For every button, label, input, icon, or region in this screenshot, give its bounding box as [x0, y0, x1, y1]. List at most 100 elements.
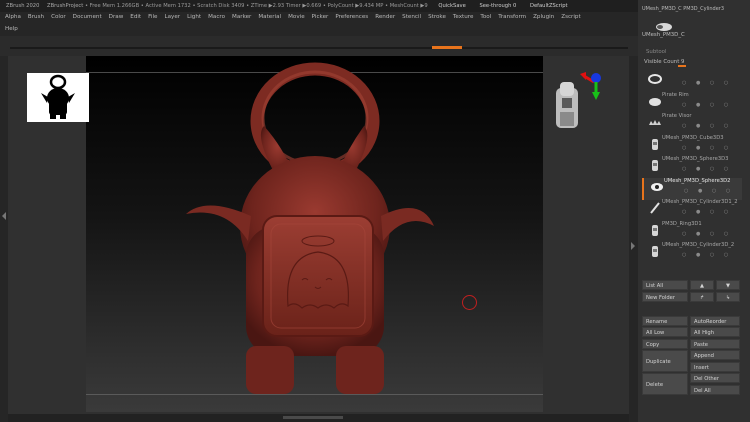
subtool-row[interactable]: UMesh_PM3D_Cylinder3D1_2 ○ ● ○ ○ — [642, 199, 742, 221]
menu-transform[interactable]: Transform — [498, 12, 526, 23]
menu-texture[interactable]: Texture — [453, 12, 473, 23]
arrow-down-icon[interactable]: ▼ — [716, 280, 740, 290]
menu-macro[interactable]: Macro — [208, 12, 225, 23]
tool-item-2[interactable]: UMesh_PM3D_C — [642, 32, 685, 38]
subtool-row[interactable]: PM3D_Ring3D1 ○ ● ○ ○ — [642, 221, 742, 243]
paste-button[interactable]: Paste — [690, 339, 740, 349]
subtool-label: Pirate Rim — [662, 91, 689, 98]
menu-light[interactable]: Light — [187, 12, 201, 23]
shelf-scroll-thumb[interactable] — [432, 46, 462, 49]
ztime: • ZTime ▶2.93 Timer ▶0.669 — [246, 3, 322, 9]
navigation-thumbnail[interactable] — [27, 73, 89, 122]
new-folder-button[interactable]: New Folder — [642, 292, 688, 302]
subtool-row[interactable]: UMesh_PM3D_Sphere3D3 ○ ● ○ ○ — [642, 156, 742, 178]
visibility-toggle-icon[interactable]: ○ ● ○ ○ — [682, 145, 732, 151]
top-shelf — [0, 36, 638, 56]
sculpt-model[interactable] — [86, 56, 543, 412]
menu-alpha[interactable]: Alpha — [5, 12, 21, 23]
tool-panel: UMesh_PM3D_C PM3D_Cylinder3 UMesh_PM3D_C… — [638, 0, 750, 422]
del-other-button[interactable]: Del Other — [690, 373, 740, 383]
menu-draw[interactable]: Draw — [109, 12, 124, 23]
tool-item-1[interactable]: UMesh_PM3D_C PM3D_Cylinder3 — [642, 6, 724, 12]
rename-button[interactable]: Rename — [642, 316, 688, 326]
subtool-label: Pirate Visor — [662, 113, 692, 119]
visibility-toggle-icon[interactable]: ○ ● ○ ○ — [682, 231, 732, 237]
menu-file[interactable]: File — [148, 12, 157, 23]
ring-icon — [648, 74, 662, 84]
default-zscript-button[interactable]: DefaultZScript — [527, 0, 571, 12]
menu-row-2: Help — [0, 24, 20, 35]
menu-picker[interactable]: Picker — [312, 12, 329, 23]
subtool-row[interactable]: UMesh_PM3D_Cube3D3 ○ ● ○ ○ — [642, 135, 742, 157]
subtool-row[interactable]: Pirate Visor ○ ● ○ ○ — [642, 113, 742, 135]
see-through-slider[interactable]: See-through 0 — [476, 0, 519, 12]
visibility-toggle-icon[interactable]: ○ ● ○ ○ — [684, 188, 734, 194]
menu-material[interactable]: Material — [258, 12, 281, 23]
quicksave-button[interactable]: QuickSave — [435, 0, 468, 12]
figure-icon — [652, 246, 658, 257]
right-leg[interactable] — [336, 346, 384, 394]
menu-help[interactable]: Help — [5, 24, 18, 35]
duplicate-button[interactable]: Duplicate — [642, 350, 688, 372]
append-button[interactable]: Append — [690, 350, 740, 360]
bottom-tray[interactable] — [8, 414, 629, 422]
subtool-row[interactable]: ○ ● ○ ○ — [642, 70, 742, 92]
subtool-header[interactable]: Subtool — [646, 49, 666, 55]
menu-render[interactable]: Render — [375, 12, 395, 23]
tray-arrow-right-icon[interactable] — [629, 56, 638, 422]
polycount: • PolyCount ▶9.434 MP — [322, 3, 384, 9]
insert-button[interactable]: Insert — [690, 362, 740, 372]
copy-button[interactable]: Copy — [642, 339, 688, 349]
all-low-button[interactable]: All Low — [642, 327, 688, 337]
left-tray[interactable] — [0, 56, 8, 422]
menu-stroke[interactable]: Stroke — [428, 12, 446, 23]
orientation-gizmo[interactable] — [550, 68, 610, 138]
menu-tool[interactable]: Tool — [480, 12, 491, 23]
meshcount: • MeshCount ▶9 — [385, 3, 428, 9]
subtool-row[interactable]: UMesh_PM3D_Sphere3D2 ○ ● ○ ○ — [642, 177, 742, 200]
menu-stencil[interactable]: Stencil — [402, 12, 421, 23]
list-all-button[interactable]: List All — [642, 280, 688, 290]
menu-movie[interactable]: Movie — [288, 12, 305, 23]
menu-color[interactable]: Color — [51, 12, 66, 23]
left-leg[interactable] — [246, 346, 294, 394]
subtool-label: PM3D_Ring3D1 — [662, 220, 702, 227]
tray-arrow-left-icon[interactable] — [0, 56, 8, 422]
pin-icon — [650, 202, 660, 214]
visibility-toggle-icon[interactable]: ○ ● ○ ○ — [682, 102, 732, 108]
autoreorder-button[interactable]: AutoReorder — [690, 316, 740, 326]
menu-row-1: Alpha Brush Color Document Draw Edit File Layer… — [0, 12, 583, 23]
move-up-icon[interactable]: ↱ — [690, 292, 714, 302]
bottom-tray-grip[interactable] — [283, 416, 343, 419]
menu-marker[interactable]: Marker — [232, 12, 251, 23]
subtool-row[interactable]: Pirate Rim ○ ● ○ ○ — [642, 92, 742, 114]
arrow-up-icon[interactable]: ▲ — [690, 280, 714, 290]
shelf-scrollbar[interactable] — [10, 47, 628, 49]
visibility-toggle-icon[interactable]: ○ ● ○ ○ — [682, 166, 732, 172]
del-all-button[interactable]: Del All — [690, 385, 740, 395]
delete-button[interactable]: Delete — [642, 373, 688, 395]
subtool-label: UMesh_PM3D_Cylinder3D1_2 — [662, 199, 738, 205]
brush-cursor — [462, 295, 477, 310]
visibility-toggle-icon[interactable]: ○ ● ○ ○ — [682, 252, 732, 258]
visible-count-slider[interactable] — [678, 65, 686, 67]
document-viewport[interactable] — [86, 56, 543, 412]
menu-preferences[interactable]: Preferences — [335, 12, 368, 23]
all-high-button[interactable]: All High — [690, 327, 740, 337]
menu-zscript[interactable]: Zscript — [561, 12, 580, 23]
visor-icon — [649, 120, 661, 125]
menu-brush[interactable]: Brush — [28, 12, 44, 23]
menu-edit[interactable]: Edit — [130, 12, 141, 23]
menu-document[interactable]: Document — [73, 12, 102, 23]
disc-icon — [649, 97, 661, 106]
right-tray[interactable] — [629, 56, 638, 422]
menu-layer[interactable]: Layer — [165, 12, 181, 23]
gizmo-icon[interactable] — [550, 68, 610, 138]
subtool-row[interactable]: UMesh_PM3D_Cylinder3D_2 ○ ● ○ ○ — [642, 242, 742, 264]
menu-zplugin[interactable]: Zplugin — [533, 12, 554, 23]
backpack[interactable] — [262, 215, 374, 337]
visibility-toggle-icon[interactable]: ○ ● ○ ○ — [682, 209, 732, 215]
visibility-toggle-icon[interactable]: ○ ● ○ ○ — [682, 123, 732, 129]
visibility-toggle-icon[interactable]: ○ ● ○ ○ — [682, 80, 732, 86]
move-down-icon[interactable]: ↳ — [716, 292, 740, 302]
